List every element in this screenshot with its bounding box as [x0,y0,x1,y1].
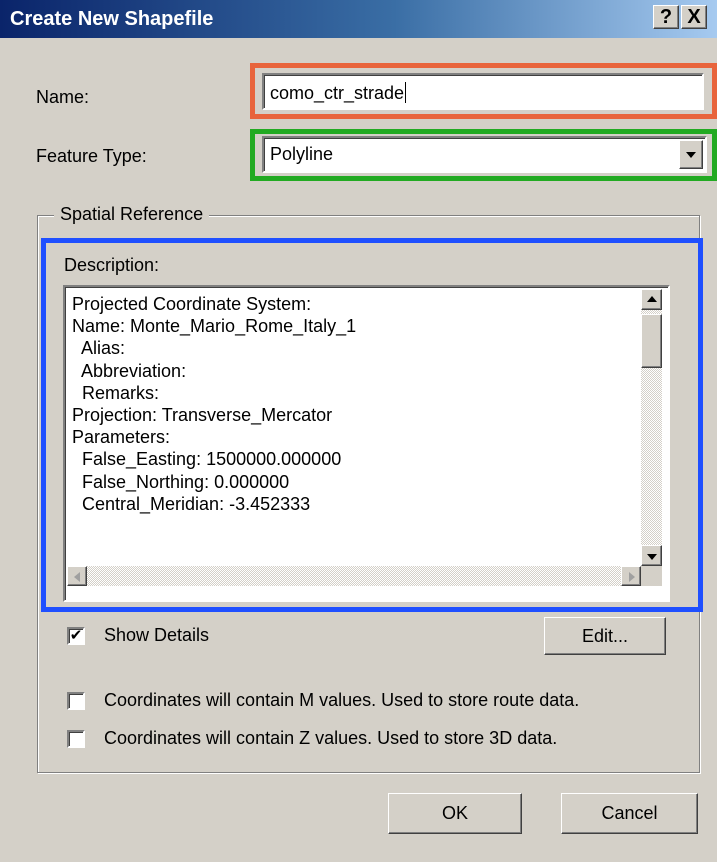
description-line: Remarks: [72,382,160,403]
description-line: Central_Meridian: -3.452333 [72,493,311,514]
name-input-value: como_ctr_strade [270,82,407,103]
description-line: False_Easting: 1500000.000000 [72,449,342,470]
feature-type-value: Polyline [270,144,334,164]
show-details-label: Show Details [104,625,210,645]
ok-button[interactable]: OK [388,793,522,834]
spatial-reference-label: Spatial Reference [54,202,210,226]
dropdown-button[interactable] [679,140,703,169]
scroll-left-button[interactable] [67,566,87,586]
cancel-button[interactable]: Cancel [561,793,698,834]
z-values-checkbox[interactable] [67,730,85,748]
vertical-scrollbar[interactable] [641,289,662,566]
close-button[interactable]: X [681,5,707,29]
create-new-shapefile-dialog: Create New Shapefile ? X Name: como_ctr_… [0,0,717,862]
z-values-label: Coordinates will contain Z values. Used … [104,728,558,748]
name-label: Name: [36,87,90,107]
text-caret [405,82,407,103]
edit-button-label: Edit... [581,626,629,646]
scroll-down-button[interactable] [641,545,662,566]
feature-type-label: Feature Type: [36,146,147,166]
arrow-right-icon [629,572,635,582]
edit-button[interactable]: Edit... [544,617,666,655]
description-line: Projection: Transverse_Mercator [72,405,333,426]
description-line: Abbreviation: [72,360,187,381]
chevron-down-icon [686,152,696,158]
m-values-checkbox[interactable] [67,692,85,710]
help-button[interactable]: ? [653,5,679,29]
description-line: Parameters: [72,427,171,448]
m-values-label: Coordinates will contain M values. Used … [104,690,580,710]
cancel-button-label: Cancel [601,803,658,823]
ok-button-label: OK [441,803,468,823]
horizontal-scrollbar[interactable] [67,566,641,586]
description-line: False_Northing: 0.000000 [72,471,290,492]
arrow-left-icon [74,572,80,582]
description-line: Alias: [72,338,126,359]
description-lines: Projected Coordinate System: Name: Monte_… [72,293,356,515]
arrow-up-icon [647,296,657,302]
feature-type-select[interactable]: Polyline [262,136,707,173]
arrow-down-icon [647,554,657,560]
show-details-checkbox[interactable]: ✔ [67,627,85,645]
scroll-up-button[interactable] [641,289,662,310]
title-bar[interactable]: Create New Shapefile ? X [0,0,717,38]
description-line: Projected Coordinate System: [72,294,312,314]
description-textarea[interactable]: Projected Coordinate System: Name: Monte_… [63,285,670,602]
description-line: Name: Monte_Mario_Rome_Italy_1 [72,316,357,337]
dialog-title: Create New Shapefile [10,8,214,30]
scroll-corner [641,566,662,586]
description-label: Description: [64,255,160,275]
scroll-thumb[interactable] [641,314,662,368]
scroll-right-button[interactable] [621,566,641,586]
name-input[interactable]: como_ctr_strade [262,73,704,110]
